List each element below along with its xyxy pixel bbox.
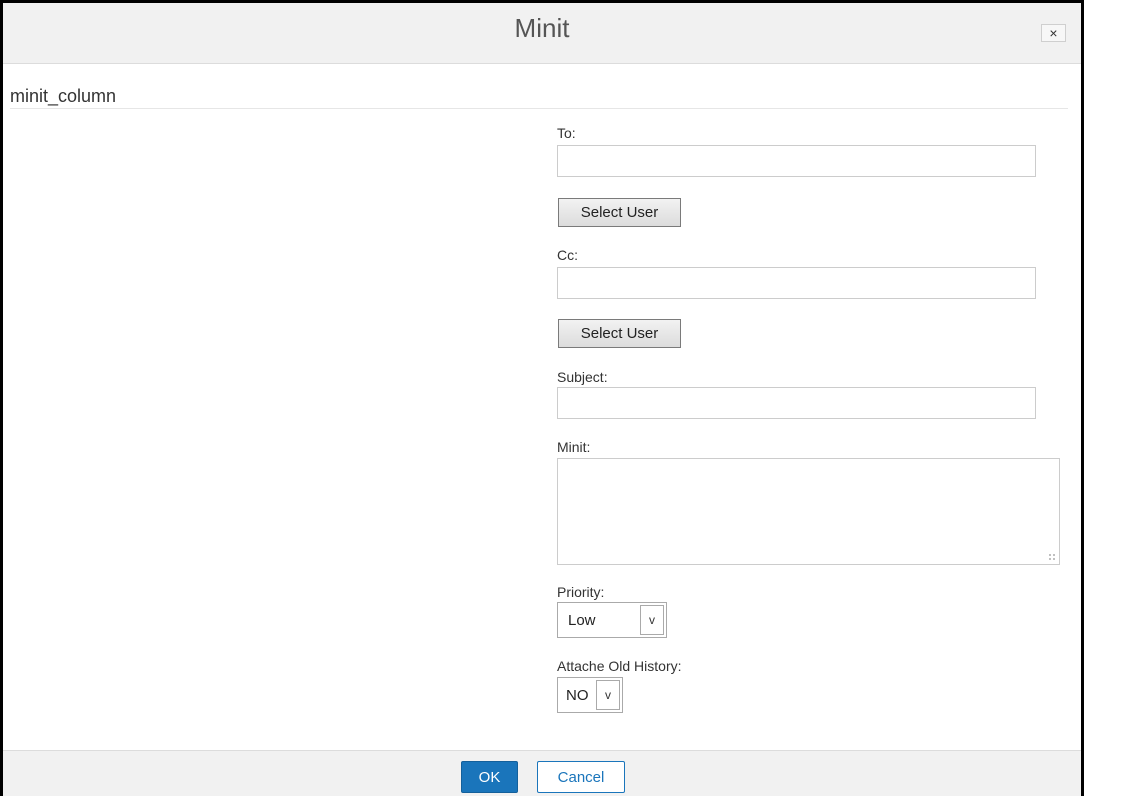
- chevron-down-icon[interactable]: v: [640, 605, 664, 635]
- dialog-titlebar: Minit ×: [3, 3, 1081, 64]
- resize-grip-icon[interactable]: [1048, 553, 1056, 561]
- minit-dialog: Minit × minit_column To: Select User Cc:…: [0, 0, 1084, 796]
- cc-input[interactable]: [557, 267, 1036, 299]
- cc-label: Cc:: [557, 247, 578, 263]
- cancel-button[interactable]: Cancel: [537, 761, 625, 793]
- select-user-cc-button[interactable]: Select User: [558, 319, 681, 348]
- priority-label: Priority:: [557, 584, 605, 600]
- to-label: To:: [557, 125, 576, 141]
- select-user-to-button[interactable]: Select User: [558, 198, 681, 227]
- history-value: NO: [566, 686, 589, 704]
- dialog-title: Minit: [514, 13, 570, 43]
- section-title: minit_column: [10, 86, 117, 106]
- priority-select[interactable]: Low v: [557, 602, 667, 638]
- chevron-down-icon[interactable]: v: [596, 680, 620, 710]
- close-button[interactable]: ×: [1041, 24, 1066, 42]
- history-select[interactable]: NO v: [557, 677, 623, 713]
- close-icon: ×: [1049, 25, 1058, 41]
- minit-textarea[interactable]: [557, 458, 1060, 565]
- subject-label: Subject:: [557, 369, 608, 385]
- ok-button[interactable]: OK: [461, 761, 518, 793]
- to-input[interactable]: [557, 145, 1036, 177]
- history-label: Attache Old History:: [557, 658, 682, 674]
- minit-label: Minit:: [557, 439, 591, 455]
- subject-input[interactable]: [557, 387, 1036, 419]
- section-divider: [10, 108, 1068, 109]
- priority-value: Low: [568, 611, 596, 629]
- dialog-footer: OK Cancel: [3, 750, 1081, 796]
